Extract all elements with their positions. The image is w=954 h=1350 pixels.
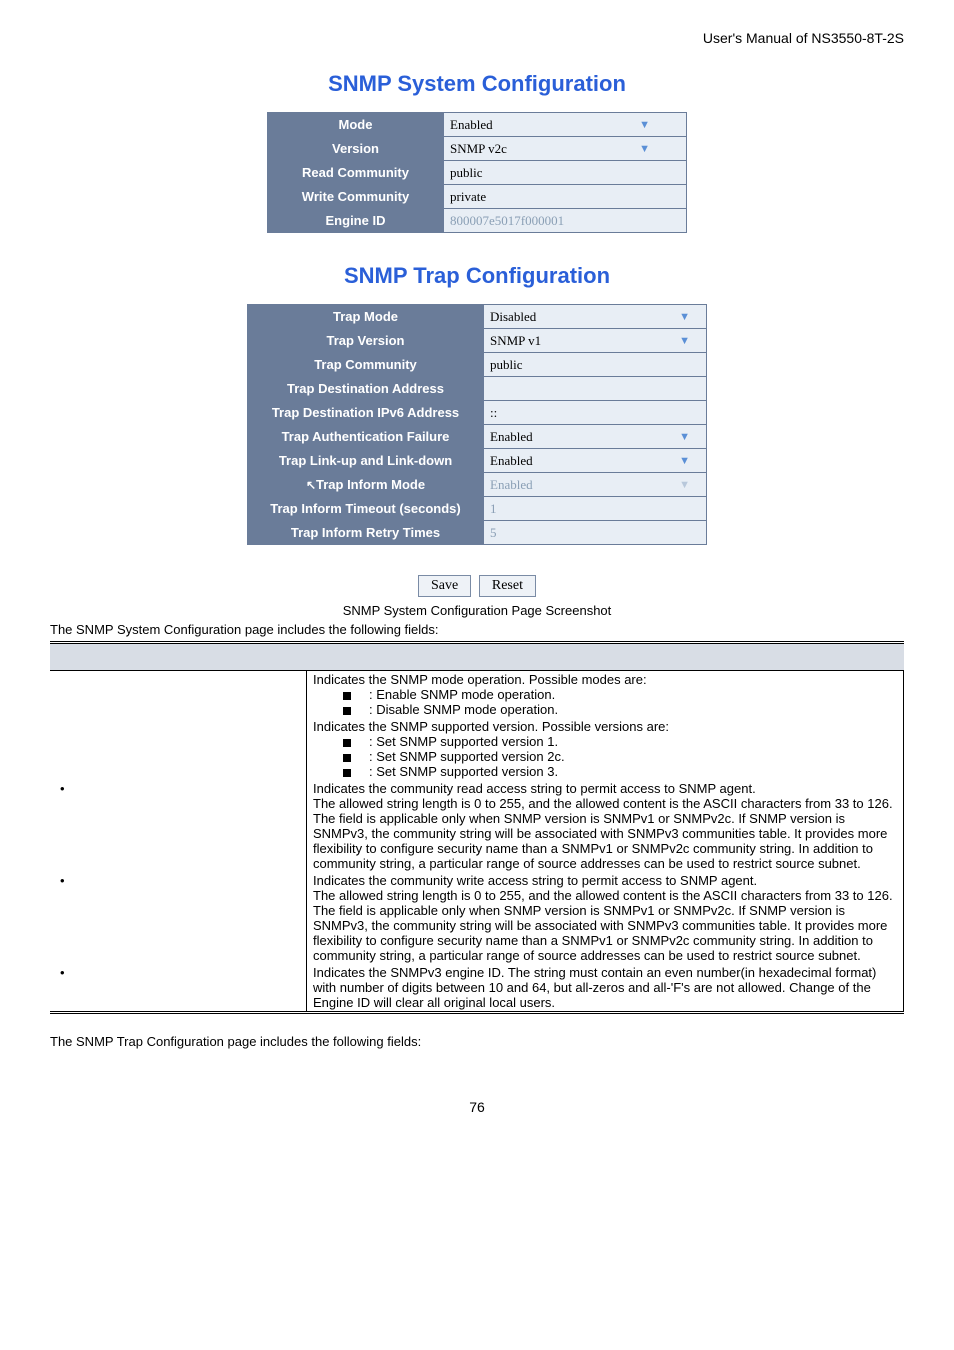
field-desc-cell: Indicates the SNMP supported version. Po… bbox=[307, 718, 904, 780]
dropdown-value: Enabled bbox=[490, 477, 533, 493]
dropdown-value: Enabled bbox=[450, 117, 493, 133]
snmp-system-config-table: Mode Enabled ▼ Version SNMP v2c ▼ Read Communi… bbox=[267, 112, 687, 233]
config-row-label: Engine ID bbox=[268, 209, 444, 233]
field-desc-cell: Indicates the SNMP mode operation. Possi… bbox=[307, 671, 904, 719]
dropdown-field[interactable]: SNMP v1 ▼ bbox=[484, 329, 707, 353]
header-right: User's Manual of NS3550-8T-2S bbox=[50, 30, 904, 46]
cursor-icon: ↖ bbox=[306, 478, 316, 492]
config-row-label: Trap Inform Timeout (seconds) bbox=[248, 497, 484, 521]
square-bullet-icon bbox=[343, 707, 351, 715]
intro-text-2: The SNMP Trap Configuration page include… bbox=[50, 1034, 904, 1049]
field-label-cell: • bbox=[50, 964, 307, 1013]
text-value: private bbox=[450, 189, 486, 204]
config-row-label: Trap Destination IPv6 Address bbox=[248, 401, 484, 425]
dropdown-value: Disabled bbox=[490, 309, 536, 325]
dropdown-field[interactable]: Enabled ▼ bbox=[484, 425, 707, 449]
text-field[interactable]: 800007e5017f000001 bbox=[444, 209, 687, 233]
dropdown-value: Enabled bbox=[490, 453, 533, 469]
button-row: Save Reset bbox=[50, 575, 904, 597]
chevron-down-icon: ▼ bbox=[679, 335, 690, 347]
save-button[interactable]: Save bbox=[418, 575, 471, 597]
chevron-down-icon: ▼ bbox=[679, 431, 690, 443]
config-row-label: Trap Authentication Failure bbox=[248, 425, 484, 449]
square-bullet-icon bbox=[343, 769, 351, 777]
text-field[interactable]: public bbox=[484, 353, 707, 377]
dropdown-field[interactable]: Enabled ▼ bbox=[444, 113, 687, 137]
dropdown-field[interactable]: Enabled ▼ bbox=[484, 449, 707, 473]
text-value: 1 bbox=[490, 501, 497, 516]
square-bullet-icon bbox=[343, 692, 351, 700]
field-description-table: Indicates the SNMP mode operation. Possi… bbox=[50, 641, 904, 1014]
config-row-label: Read Community bbox=[268, 161, 444, 185]
square-bullet-icon bbox=[343, 739, 351, 747]
dropdown-value: Enabled bbox=[490, 429, 533, 445]
text-field[interactable] bbox=[484, 377, 707, 401]
text-value: public bbox=[490, 357, 523, 372]
config-row-label: Trap Community bbox=[248, 353, 484, 377]
intro-text-1: The SNMP System Configuration page inclu… bbox=[50, 622, 904, 637]
section1-title: SNMP System Configuration bbox=[50, 71, 904, 97]
chevron-down-icon: ▼ bbox=[639, 119, 650, 131]
chevron-down-icon: ▼ bbox=[639, 143, 650, 155]
field-desc-cell: Indicates the community write access str… bbox=[307, 872, 904, 964]
text-value: 5 bbox=[490, 525, 497, 540]
config-row-label: Trap Version bbox=[248, 329, 484, 353]
config-row-label: Trap Link-up and Link-down bbox=[248, 449, 484, 473]
text-field[interactable]: 1 bbox=[484, 497, 707, 521]
chevron-down-icon: ▼ bbox=[679, 455, 690, 467]
field-desc-cell: Indicates the community read access stri… bbox=[307, 780, 904, 872]
dropdown-field[interactable]: Disabled ▼ bbox=[484, 305, 707, 329]
dropdown-value: SNMP v2c bbox=[450, 141, 507, 157]
square-bullet-icon bbox=[343, 754, 351, 762]
field-label-cell: • bbox=[50, 780, 307, 872]
field-desc-cell: Indicates the SNMPv3 engine ID. The stri… bbox=[307, 964, 904, 1013]
dropdown-value: SNMP v1 bbox=[490, 333, 541, 349]
page-number: 76 bbox=[50, 1099, 904, 1115]
chevron-down-icon: ▼ bbox=[679, 311, 690, 323]
reset-button[interactable]: Reset bbox=[479, 575, 536, 597]
section2-title: SNMP Trap Configuration bbox=[50, 263, 904, 289]
field-label-cell: • bbox=[50, 872, 307, 964]
config-row-label: Mode bbox=[268, 113, 444, 137]
dropdown-field[interactable]: Enabled ▼ bbox=[484, 473, 707, 497]
dropdown-field[interactable]: SNMP v2c ▼ bbox=[444, 137, 687, 161]
text-value: 800007e5017f000001 bbox=[450, 213, 564, 228]
snmp-trap-config-table: Trap Mode Disabled ▼ Trap Version SNMP v1 ▼ Tr… bbox=[247, 304, 707, 545]
field-label-cell bbox=[50, 718, 307, 780]
field-label-cell bbox=[50, 671, 307, 719]
text-field[interactable]: public bbox=[444, 161, 687, 185]
text-field[interactable]: private bbox=[444, 185, 687, 209]
text-field[interactable]: 5 bbox=[484, 521, 707, 545]
config-row-label: Write Community bbox=[268, 185, 444, 209]
config-row-label: Trap Destination Address bbox=[248, 377, 484, 401]
text-value: :: bbox=[490, 405, 497, 420]
config-row-label: Trap Mode bbox=[248, 305, 484, 329]
text-field[interactable]: :: bbox=[484, 401, 707, 425]
text-value: public bbox=[450, 165, 483, 180]
config-row-label: Trap Inform Retry Times bbox=[248, 521, 484, 545]
config-row-label: ↖Trap Inform Mode bbox=[248, 473, 484, 497]
chevron-down-icon: ▼ bbox=[679, 479, 690, 491]
screenshot-caption: SNMP System Configuration Page Screensho… bbox=[50, 603, 904, 618]
config-row-label: Version bbox=[268, 137, 444, 161]
